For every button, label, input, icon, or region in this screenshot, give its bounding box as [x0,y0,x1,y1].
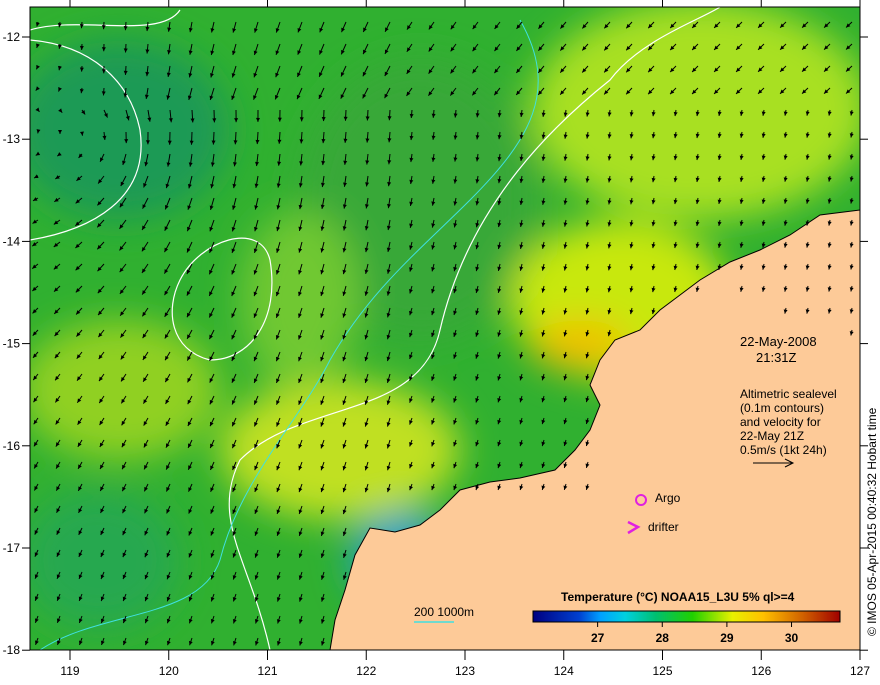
sst-field [10,0,870,650]
colorbar-tick-label: 27 [591,631,605,645]
time-label: 21:31Z [756,350,797,365]
lat-tick-label: -18 [3,643,21,657]
lon-tick-label: 119 [60,664,79,678]
colorbar-tick-label: 30 [785,631,799,645]
lon-tick-label: 121 [257,664,277,678]
lat-tick-label: -16 [3,439,21,453]
sst-map: 119 120 121 122 123 124 125 126 127 -12 -13 -14 -15 -… [0,0,880,680]
drifter-legend-label: drifter [648,520,679,534]
lat-tick-label: -13 [3,132,21,146]
lon-tick-label: 124 [554,664,574,678]
lat-tick-label: -17 [3,541,21,555]
lon-tick-label: 126 [751,664,771,678]
lon-tick-label: 122 [356,664,376,678]
description-line: (0.1m contours) [740,401,824,415]
description-line: Altimetric sealevel [740,387,837,401]
description-line: and velocity for [740,415,821,429]
lon-tick-label: 120 [159,664,179,678]
depth-legend-label: 200 1000m [414,605,474,619]
lon-tick-label: 127 [850,664,870,678]
description-line: 0.5m/s (1kt 24h) [740,443,827,457]
argo-legend-label: Argo [655,491,681,505]
lat-tick-label: -14 [3,234,21,248]
colorbar [533,611,840,622]
colorbar-tick-label: 28 [656,631,670,645]
lat-tick-label: -15 [3,337,21,351]
colorbar-title: Temperature (°C) NOAA15_L3U 5% ql>=4 [561,590,795,604]
lon-tick-label: 125 [652,664,672,678]
lat-tick-label: -12 [3,30,21,44]
lon-tick-label: 123 [455,664,475,678]
colorbar-tick-label: 29 [720,631,734,645]
description-line: 22-May 21Z [740,429,804,443]
credit-label: © IMOS 05-Apr-2015 00:40:32 Hobart time [865,407,879,636]
date-label: 22-May-2008 [740,334,817,349]
